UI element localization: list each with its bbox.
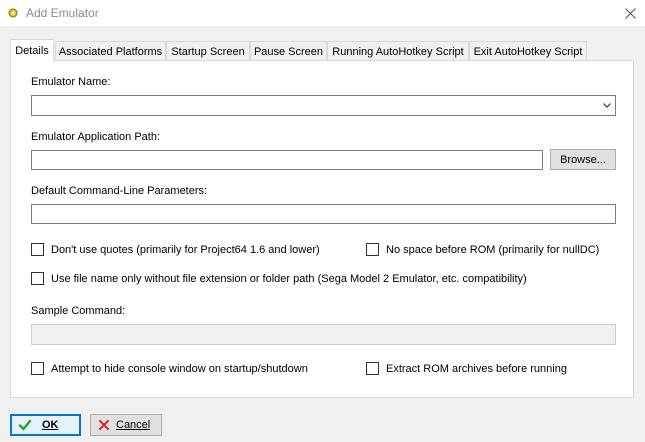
app-icon: [8, 8, 18, 18]
no-space-label: No space before ROM (primarily for nullD…: [386, 243, 600, 256]
app-path-field[interactable]: [31, 150, 543, 170]
app-path-label: Emulator Application Path:: [31, 131, 161, 143]
sample-command-label: Sample Command:: [31, 305, 126, 317]
check-icon: [18, 419, 32, 431]
tab-startup-screen[interactable]: Startup Screen: [166, 41, 250, 61]
tab-label: Associated Platforms: [58, 45, 163, 58]
file-name-only-checkbox[interactable]: Use file name only without file extensio…: [31, 272, 527, 285]
close-icon: [625, 7, 636, 19]
tab-running-autohotkey-script[interactable]: Running AutoHotkey Script: [327, 41, 469, 61]
browse-button-label: Browse...: [560, 153, 606, 166]
cancel-x-icon: [98, 419, 110, 431]
emulator-name-label: Emulator Name:: [31, 76, 111, 88]
checkbox-box[interactable]: [31, 272, 44, 285]
hide-console-label: Attempt to hide console window on startu…: [51, 362, 308, 375]
cmdline-field[interactable]: [31, 204, 616, 224]
cmdline-input[interactable]: [32, 205, 615, 223]
extract-rom-label: Extract ROM archives before running: [386, 362, 567, 375]
chevron-down-icon[interactable]: [602, 100, 612, 110]
checkbox-box[interactable]: [31, 243, 44, 256]
tab-details[interactable]: Details: [10, 39, 54, 62]
hide-console-checkbox[interactable]: Attempt to hide console window on startu…: [31, 362, 308, 375]
sample-command-field: [31, 324, 616, 345]
file-name-only-label: Use file name only without file extensio…: [51, 272, 527, 285]
tab-exit-autohotkey-script[interactable]: Exit AutoHotkey Script: [469, 41, 587, 61]
tab-associated-platforms[interactable]: Associated Platforms: [55, 41, 166, 61]
tab-label: Pause Screen: [253, 45, 324, 58]
extract-rom-checkbox[interactable]: Extract ROM archives before running: [366, 362, 567, 375]
cmdline-label: Default Command-Line Parameters:: [31, 185, 208, 197]
title-bar: Add Emulator: [0, 0, 645, 26]
tab-label: Exit AutoHotkey Script: [473, 45, 583, 58]
no-quotes-label: Don't use quotes (primarily for Project6…: [51, 243, 320, 256]
app-path-input[interactable]: [32, 151, 542, 169]
ok-button-label: OK: [42, 419, 59, 431]
tab-pause-screen[interactable]: Pause Screen: [250, 41, 327, 61]
close-button[interactable]: [616, 0, 645, 26]
browse-button[interactable]: Browse...: [550, 149, 616, 170]
cancel-button[interactable]: Cancel: [90, 414, 162, 436]
tab-label: Running AutoHotkey Script: [332, 45, 464, 58]
checkbox-box[interactable]: [31, 362, 44, 375]
sample-command-input: [32, 325, 615, 344]
cancel-button-label: Cancel: [116, 419, 151, 431]
window-title: Add Emulator: [26, 6, 99, 20]
tab-label: Details: [15, 45, 49, 57]
checkbox-box[interactable]: [366, 243, 379, 256]
no-quotes-checkbox[interactable]: Don't use quotes (primarily for Project6…: [31, 243, 320, 256]
emulator-name-combobox[interactable]: [31, 95, 616, 116]
ok-button[interactable]: OK: [10, 414, 81, 436]
no-space-checkbox[interactable]: No space before ROM (primarily for nullD…: [366, 243, 599, 256]
emulator-name-input[interactable]: [32, 96, 615, 115]
checkbox-box[interactable]: [366, 362, 379, 375]
tab-label: Startup Screen: [171, 45, 245, 58]
